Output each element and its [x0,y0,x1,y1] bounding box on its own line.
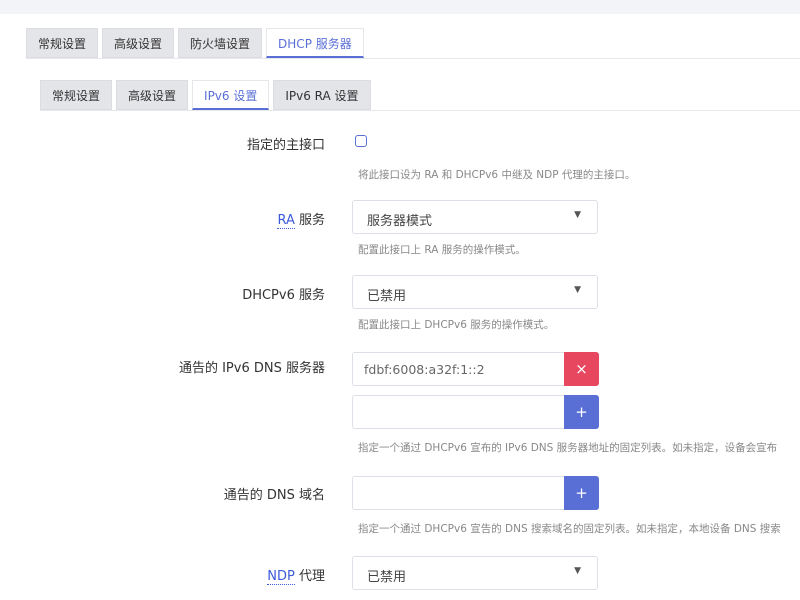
dns-domains-label: 通告的 DNS 域名 [223,488,325,503]
ra-service-label-text: 服务 [294,213,325,228]
master-interface-checkbox[interactable] [355,135,367,147]
dhcpv6-service-select[interactable]: 已禁用 ▼ [352,275,598,309]
ra-service-value: 服务器模式 [367,214,433,229]
main-tab-bar: 常规设置 高级设置 防火墙设置 DHCP 服务器 [26,28,368,58]
ra-service-select[interactable]: 服务器模式 ▼ [352,200,598,234]
ndp-proxy-select[interactable]: 已禁用 ▼ [352,556,598,590]
chevron-down-icon: ▼ [574,285,581,295]
ndp-proxy-label-text: 代理 [294,569,325,584]
ra-service-description: 配置此接口上 RA 服务的操作模式。 [358,244,526,256]
dns-server-entry-value: fdbf:6008:a32f:1::2 [364,362,485,377]
subtab-advanced-settings[interactable]: 高级设置 [116,80,189,110]
main-tab-divider [26,58,800,59]
chevron-down-icon: ▼ [574,566,581,576]
chevron-down-icon: ▼ [574,210,581,220]
sub-tab-divider [40,110,800,111]
ndp-proxy-label: NDP 代理 [267,565,325,585]
dns-servers-label: 通告的 IPv6 DNS 服务器 [178,361,325,376]
dns-domains-description: 指定一个通过 DHCPv6 宣告的 DNS 搜索域名的固定列表。如未指定，本地设… [358,523,781,535]
master-interface-description: 将此接口设为 RA 和 DHCPv6 中继及 NDP 代理的主接口。 [358,169,636,181]
subtab-ipv6-ra-settings[interactable]: IPv6 RA 设置 [273,80,371,110]
subtab-general-settings[interactable]: 常规设置 [40,80,113,110]
ndp-proxy-value: 已禁用 [367,570,407,585]
ra-service-label: RA 服务 [277,209,325,229]
subtab-ipv6-settings[interactable]: IPv6 设置 [192,80,270,110]
dns-server-entry-field[interactable]: fdbf:6008:a32f:1::2 [352,352,564,386]
tab-general-settings[interactable]: 常规设置 [26,28,99,58]
dns-servers-description: 指定一个通过 DHCPv6 宣布的 IPv6 DNS 服务器地址的固定列表。如未… [358,442,778,454]
tab-advanced-settings[interactable]: 高级设置 [102,28,175,58]
add-dns-domain-button[interactable]: + [564,476,599,510]
tab-firewall-settings[interactable]: 防火墙设置 [178,28,263,58]
tab-dhcp-server[interactable]: DHCP 服务器 [266,28,364,58]
master-interface-label: 指定的主接口 [246,138,325,153]
remove-dns-server-button[interactable]: × [564,352,599,386]
ndp-abbr-link[interactable]: NDP [267,569,295,585]
sub-tab-bar: 常规设置 高级设置 IPv6 设置 IPv6 RA 设置 [40,80,375,110]
top-band [0,0,800,14]
dhcpv6-service-value: 已禁用 [367,289,407,304]
dhcpv6-service-description: 配置此接口上 DHCPv6 服务的操作模式。 [358,319,555,331]
dhcpv6-service-label: DHCPv6 服务 [242,288,325,303]
ra-abbr-link[interactable]: RA [277,213,295,229]
add-dns-server-button[interactable]: + [564,395,599,429]
dns-server-new-field[interactable] [352,395,564,429]
dns-domain-new-field[interactable] [352,476,564,510]
